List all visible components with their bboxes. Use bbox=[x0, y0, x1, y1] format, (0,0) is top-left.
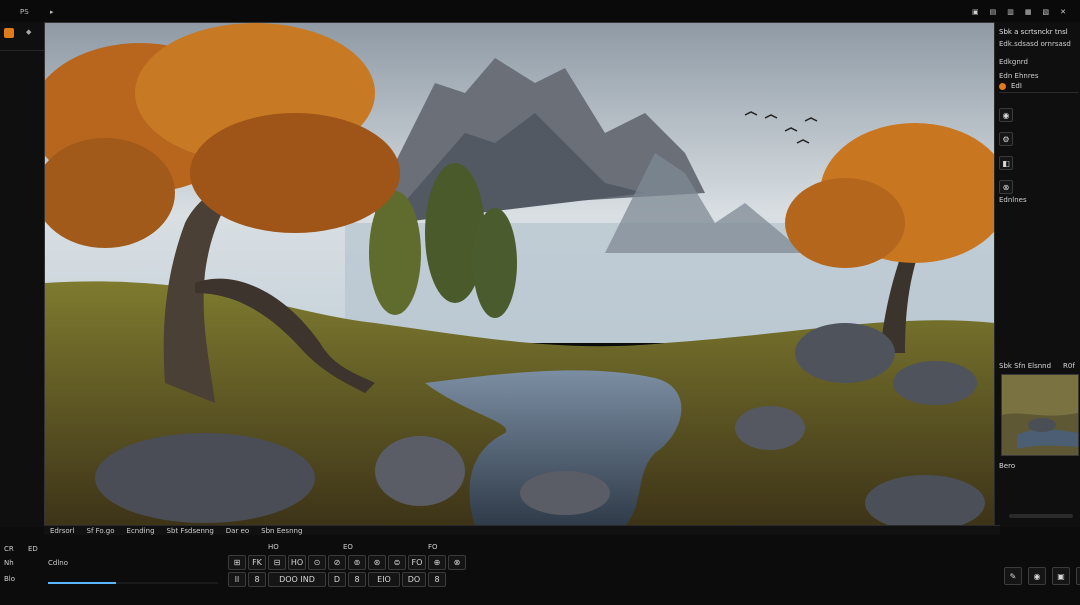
right-panel-tool-stack: ◉ ⚙ ◧ ⊗ bbox=[999, 108, 1013, 194]
viewport-landscape-image bbox=[45, 23, 995, 526]
bottom-misc-label-fo: FO bbox=[428, 543, 438, 551]
right-panel-section-2: Edn Ehnres bbox=[999, 72, 1039, 80]
bottom-btn-5[interactable]: ⊙ bbox=[308, 555, 326, 570]
left-panel-divider bbox=[0, 50, 44, 51]
bottom-toolbar: CR ED Nh Cdlno Blo ⊞ FK ⊟ HO ⊙ ⊘ ⊚ ⊛ ⊜ F… bbox=[0, 535, 1080, 605]
menu-item-ps[interactable]: PS bbox=[20, 8, 29, 17]
bottom-btn-11[interactable]: ⊕ bbox=[428, 555, 446, 570]
bottom-btn-2[interactable]: FK bbox=[248, 555, 266, 570]
bottom-left-label-nh: Nh bbox=[4, 559, 14, 567]
bottom-btn-10[interactable]: FO bbox=[408, 555, 426, 570]
bottom-button-group-row-1: ⊞ FK ⊟ HO ⊙ ⊘ ⊚ ⊛ ⊜ FO ⊕ ⊗ bbox=[228, 555, 480, 570]
bottom-btn-18[interactable]: EIO bbox=[368, 572, 400, 587]
bottom-btn-9[interactable]: ⊜ bbox=[388, 555, 406, 570]
menu-item-arrow[interactable]: ▸ bbox=[50, 8, 54, 17]
preview-slider-track[interactable] bbox=[1009, 514, 1073, 518]
split-icon[interactable]: ▥ bbox=[1007, 8, 1014, 17]
right-panel-header: Sbk a scrtsnckr tnsl bbox=[999, 28, 1068, 36]
timeline-progress-track[interactable] bbox=[48, 582, 218, 584]
right-panel-divider bbox=[999, 92, 1079, 93]
effects-icon[interactable]: ⊗ bbox=[999, 180, 1013, 194]
right-panel: Sbk a scrtsnckr tnsl Edk.sdsasd ornrsasd… bbox=[994, 22, 1080, 527]
bottom-btn-13[interactable]: ll bbox=[228, 572, 246, 587]
bottom-btn-6[interactable]: ⊘ bbox=[328, 555, 346, 570]
right-panel-section-3: Ednlnes bbox=[999, 196, 1027, 204]
camera-icon[interactable]: ▣ bbox=[1052, 567, 1070, 585]
bottom-misc-label-eo: EO bbox=[343, 543, 353, 551]
bottom-button-group-row-2: ll 8 DOO IND D 8 EIO DO 8 bbox=[228, 572, 480, 587]
bottom-btn-7[interactable]: ⊚ bbox=[348, 555, 366, 570]
window-icon[interactable]: ▣ bbox=[972, 8, 979, 17]
preview-footer: Bero bbox=[999, 462, 1016, 470]
bottom-btn-3[interactable]: ⊟ bbox=[268, 555, 286, 570]
main-viewport-canvas[interactable] bbox=[44, 22, 996, 527]
minimize-icon[interactable]: ▦ bbox=[1025, 8, 1032, 17]
bottom-btn-19[interactable]: DO bbox=[402, 572, 426, 587]
brush-icon[interactable]: ✎ bbox=[1004, 567, 1022, 585]
bottom-left-label-cr: CR bbox=[4, 545, 14, 553]
left-panel-label: ◆ bbox=[26, 28, 32, 36]
close-icon[interactable]: ✕ bbox=[1060, 8, 1066, 17]
bottom-btn-8[interactable]: ⊛ bbox=[368, 555, 386, 570]
top-menu-bar: PS ▸ ▣ ▤ ▥ ▦ ▧ ✕ bbox=[0, 0, 1080, 23]
brand-icon bbox=[4, 28, 14, 38]
timeline-label: Cdlno bbox=[48, 559, 68, 567]
settings-icon[interactable]: ⚙ bbox=[999, 132, 1013, 146]
shield-icon[interactable]: ⛨ bbox=[1076, 567, 1080, 585]
layer-lock-icon[interactable]: ◧ bbox=[999, 156, 1013, 170]
dock-icon[interactable]: ▤ bbox=[990, 8, 997, 17]
bottom-btn-17[interactable]: 8 bbox=[348, 572, 366, 587]
bottom-btn-4[interactable]: HO bbox=[288, 555, 306, 570]
bottom-btn-16[interactable]: D bbox=[328, 572, 346, 587]
right-panel-subheader: Edk.sdsasd ornrsasd bbox=[999, 40, 1071, 48]
bottom-misc-label-ho: HO bbox=[268, 543, 279, 551]
preview-thumbnail-image bbox=[1002, 375, 1078, 455]
bottom-right-tool-group: ✎ ◉ ▣ ⛨ bbox=[1004, 567, 1080, 585]
preview-header: Sbk Sfn Elsnnd bbox=[999, 362, 1052, 370]
bottom-btn-14[interactable]: 8 bbox=[248, 572, 266, 587]
layer-label[interactable]: EdI bbox=[1011, 82, 1022, 91]
visibility-icon[interactable]: ◉ bbox=[999, 108, 1013, 122]
bottom-left-label-ed: ED bbox=[28, 545, 38, 553]
right-panel-section-1: Edkgnrd bbox=[999, 58, 1028, 66]
top-right-icon-bar: ▣ ▤ ▥ ▦ ▧ ✕ bbox=[972, 8, 1066, 17]
timeline-progress-fill bbox=[48, 582, 116, 584]
bottom-left-label-blo: Blo bbox=[4, 575, 16, 583]
bottom-btn-20[interactable]: 8 bbox=[428, 572, 446, 587]
preview-thumbnail[interactable] bbox=[1001, 374, 1079, 456]
bottom-btn-1[interactable]: ⊞ bbox=[228, 555, 246, 570]
record-icon[interactable]: ◉ bbox=[1028, 567, 1046, 585]
layer-color-icon bbox=[999, 83, 1006, 90]
left-panel: ◆ bbox=[0, 22, 45, 527]
bottom-btn-15[interactable]: DOO IND bbox=[268, 572, 326, 587]
bottom-btn-12[interactable]: ⊗ bbox=[448, 555, 466, 570]
preview-header-2: R0f bbox=[1063, 362, 1075, 370]
maximize-icon[interactable]: ▧ bbox=[1043, 8, 1050, 17]
